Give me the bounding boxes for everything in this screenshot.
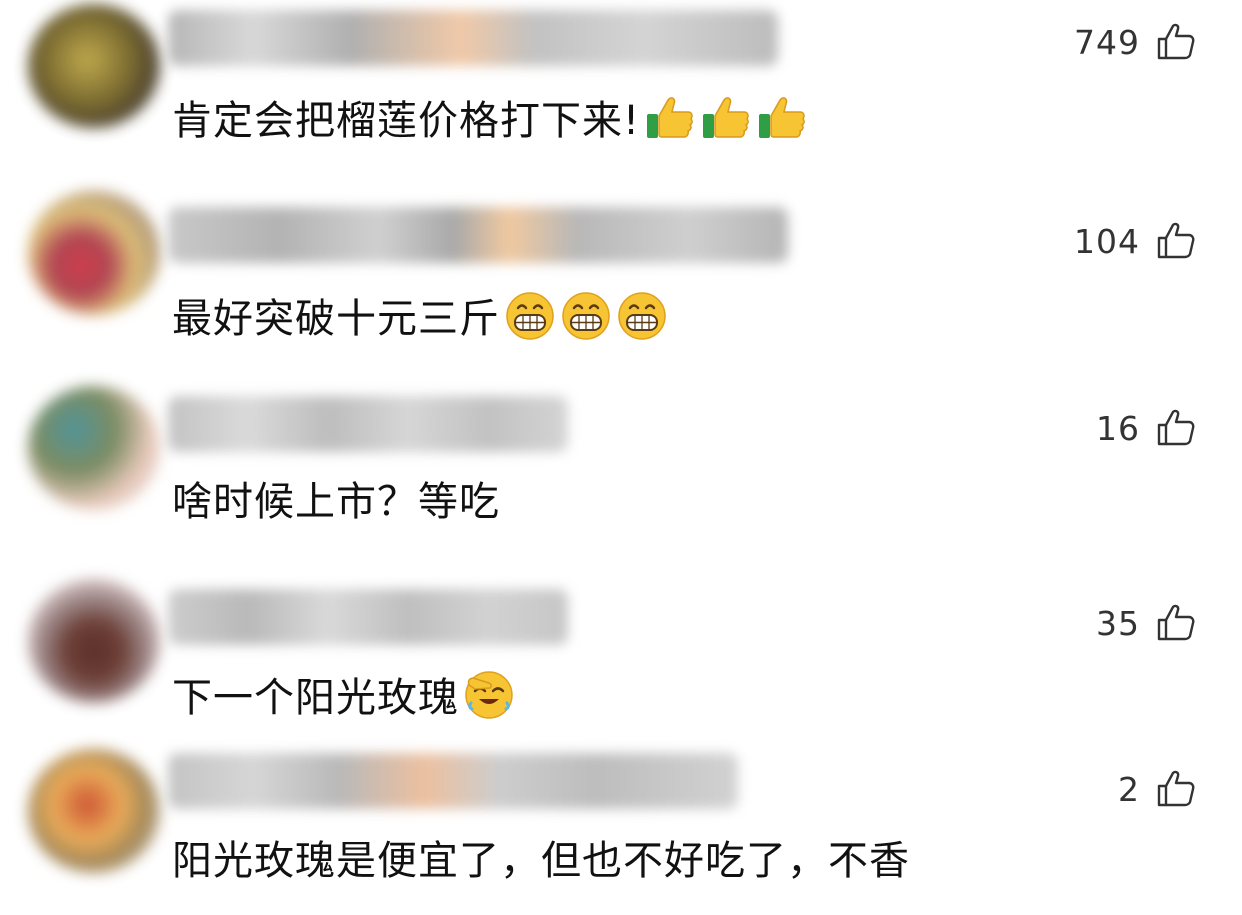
comment-text: 下一个阳光玫瑰 [172, 669, 515, 724]
comment-item: 肯定会把榴莲价格打下来! 749 [0, 0, 1242, 175]
comment-item: 最好突破十元三斤 104 [0, 185, 1242, 365]
comment-text-content: 下一个阳光玫瑰 [172, 675, 459, 721]
avatar[interactable] [28, 191, 160, 315]
thumbs-up-icon [640, 97, 696, 144]
grinning-face-icon [556, 292, 612, 342]
facepalm-laugh-icon [459, 671, 515, 721]
thumbs-up-outline-icon[interactable] [1156, 769, 1196, 809]
grinning-face-icon [612, 292, 668, 342]
like-button[interactable]: 104 [1074, 219, 1196, 263]
username-blurred[interactable] [168, 753, 738, 809]
comment-item: 啥时候上市？等吃 16 [0, 380, 1242, 555]
username-blurred[interactable] [168, 589, 568, 645]
like-button[interactable]: 35 [1096, 601, 1196, 645]
like-button[interactable]: 16 [1096, 406, 1196, 450]
thumbs-up-icon [752, 97, 808, 144]
comment-text-content: 阳光玫瑰是便宜了，但也不好吃了，不香 [172, 838, 910, 884]
thumbs-up-outline-icon[interactable] [1156, 221, 1196, 261]
like-button[interactable]: 2 [1118, 767, 1196, 811]
comment-text-content: 啥时候上市？等吃 [172, 479, 500, 525]
username-blurred[interactable] [168, 207, 788, 263]
grinning-face-icon [500, 292, 556, 342]
like-count: 104 [1074, 221, 1140, 261]
comment-text-content: 肯定会把榴莲价格打下来! [172, 98, 641, 144]
username-blurred[interactable] [168, 10, 778, 66]
like-count: 35 [1096, 603, 1140, 643]
avatar[interactable] [28, 4, 160, 128]
like-count: 2 [1118, 769, 1140, 809]
comment-text: 阳光玫瑰是便宜了，但也不好吃了，不香 [172, 835, 910, 887]
comment-text-content: 最好突破十元三斤 [172, 296, 500, 342]
thumbs-up-outline-icon[interactable] [1156, 22, 1196, 62]
like-button[interactable]: 749 [1074, 20, 1196, 64]
avatar[interactable] [28, 579, 160, 703]
comment-text: 啥时候上市？等吃 [172, 476, 500, 528]
like-count: 16 [1096, 408, 1140, 448]
thumbs-up-icon [696, 97, 752, 144]
comment-text: 肯定会把榴莲价格打下来! [172, 92, 808, 147]
thumbs-up-outline-icon[interactable] [1156, 603, 1196, 643]
username-blurred[interactable] [168, 396, 568, 452]
avatar[interactable] [28, 386, 160, 510]
comment-text: 最好突破十元三斤 [172, 290, 668, 345]
comment-item: 下一个阳光玫瑰 35 [0, 575, 1242, 745]
like-count: 749 [1074, 22, 1140, 62]
thumbs-up-outline-icon[interactable] [1156, 408, 1196, 448]
avatar[interactable] [28, 749, 160, 873]
comment-item: 阳光玫瑰是便宜了，但也不好吃了，不香 2 [0, 745, 1242, 915]
